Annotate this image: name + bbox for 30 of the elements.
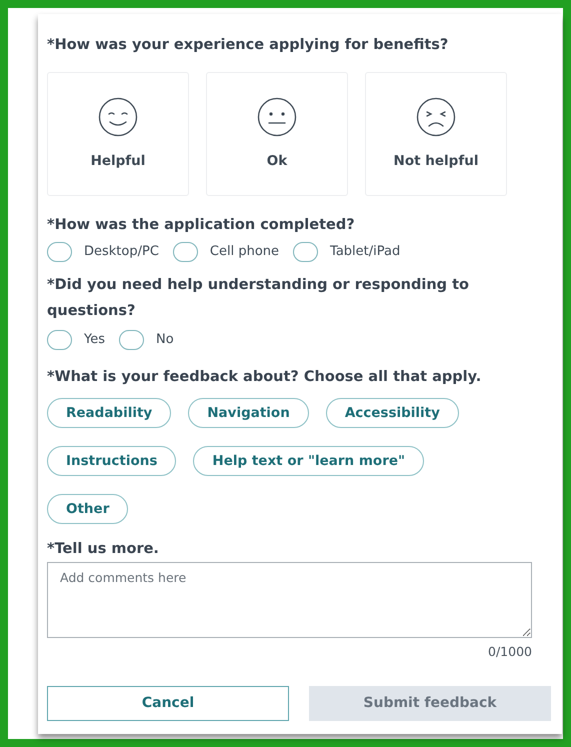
radio-label: No — [156, 331, 174, 350]
radio-label: Cell phone — [210, 243, 280, 262]
radio-button[interactable] — [47, 242, 72, 262]
radio-label: Desktop/PC — [84, 243, 159, 262]
question-label: *Tell us more. — [47, 540, 160, 559]
frowning-face-icon — [416, 96, 456, 137]
comments-field[interactable]: Add comments here — [47, 562, 532, 638]
topic-chip[interactable]: Accessibility — [326, 398, 459, 428]
character-counter: 0/1000 — [487, 643, 532, 661]
radio-button[interactable] — [293, 242, 318, 262]
radio-button[interactable] — [47, 330, 72, 350]
question-label: *What is your feedback about? Choose all that apply. — [47, 368, 482, 387]
rating-card[interactable]: Helpful — [47, 72, 189, 196]
rating-card[interactable]: Not helpful — [365, 72, 507, 196]
rating-card[interactable]: Ok — [206, 72, 348, 196]
question-label: *How was your experience applying for benefits? — [47, 36, 450, 55]
neutral-face-icon — [257, 96, 297, 137]
topic-chip[interactable]: Navigation — [188, 398, 309, 428]
topic-chip[interactable]: Help text or "learn more" — [193, 446, 424, 476]
smiling-face-icon — [98, 96, 138, 137]
cancel-button[interactable]: Cancel — [47, 686, 289, 721]
radio-button[interactable] — [172, 242, 198, 262]
question-label: *How was the application completed? — [47, 216, 356, 235]
topic-chip[interactable]: Readability — [47, 398, 172, 428]
question-label: *Did you need help understanding or responding to questions? — [47, 276, 470, 321]
topic-chip[interactable]: Other — [47, 494, 128, 524]
radio-label: Yes — [84, 331, 105, 350]
radio-button[interactable] — [119, 330, 144, 350]
radio-label: Tablet/iPad — [330, 243, 400, 262]
topic-chip[interactable]: Instructions — [47, 446, 176, 476]
